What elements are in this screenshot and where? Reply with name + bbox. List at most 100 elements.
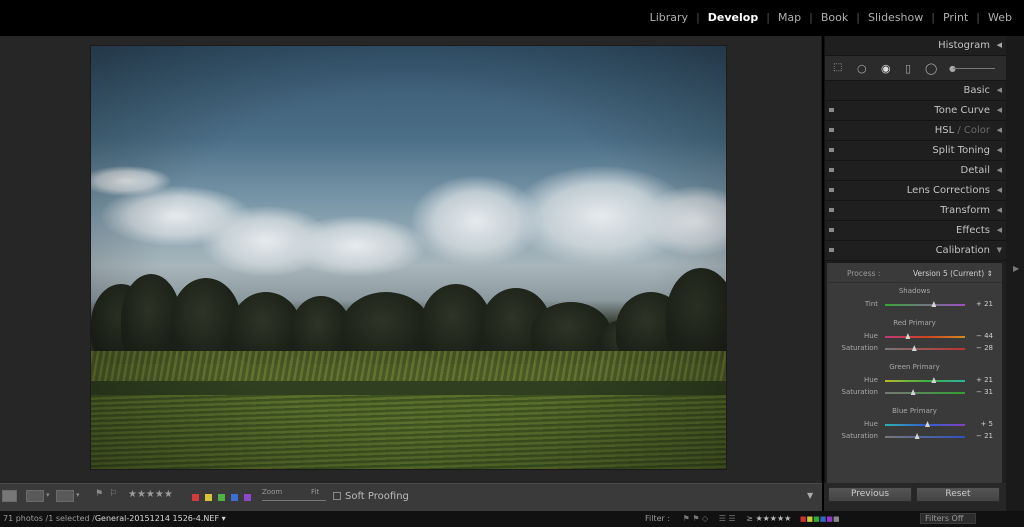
collapse-triangle-icon: ◀	[996, 41, 1002, 49]
panel-lens-corrections[interactable]: Lens Corrections ◀	[825, 181, 1006, 201]
before-after-split-icon[interactable]	[56, 490, 74, 502]
red-primary-group: Red Primary Hue − 44 Saturation − 28	[827, 319, 1002, 355]
collapse-triangle-icon: ◀	[996, 206, 1002, 214]
collapse-triangle-icon: ◀	[996, 126, 1002, 134]
collapse-triangle-icon: ◀	[996, 166, 1002, 174]
collapse-triangle-icon: ◀	[996, 106, 1002, 114]
module-library[interactable]: Library	[648, 11, 690, 24]
blue-hue-slider[interactable]	[885, 424, 965, 426]
flag-reject-icon[interactable]: ⚐	[109, 489, 117, 503]
panel-hsl-color[interactable]: HSL / Color ◀	[825, 121, 1006, 141]
tab-color[interactable]: Color	[964, 125, 990, 136]
color-label-red[interactable]	[192, 494, 199, 501]
collapse-triangle-icon: ◀	[996, 86, 1002, 94]
panel-switch-icon[interactable]	[829, 168, 834, 172]
filename-menu[interactable]: General-20151214 1526-4.NEF ▾	[95, 514, 226, 523]
process-version-select[interactable]: Version 5 (Current) ⇕	[913, 269, 993, 278]
previous-button[interactable]: Previous	[828, 487, 912, 502]
green-primary-group: Green Primary Hue + 21 Saturation − 31	[827, 363, 1002, 399]
module-picker-bar: Library | Develop | Map | Book | Slideshow | …	[0, 0, 1024, 36]
panel-switch-icon[interactable]	[829, 108, 834, 112]
panel-tone-curve[interactable]: Tone Curve ◀	[825, 101, 1006, 121]
module-map[interactable]: Map	[776, 11, 803, 24]
flag-filter-icons[interactable]: ⚑ ⚑ ◇	[683, 514, 709, 523]
develop-right-panel: Histogram◀ ⬚ ○ ◉ ▯ ◯ ● Basic◀ Tone Curve…	[824, 36, 1006, 483]
before-after-icon[interactable]	[26, 490, 44, 502]
green-hue-slider[interactable]	[885, 380, 965, 382]
tool-strip: ⬚ ○ ◉ ▯ ◯ ●	[825, 56, 1006, 81]
star-rating[interactable]: ★★★★★	[128, 489, 173, 503]
photo-preview[interactable]	[90, 45, 727, 470]
panel-switch-icon[interactable]	[829, 228, 834, 232]
blue-hue-row: Hue + 5	[863, 420, 993, 428]
color-filter-icons[interactable]: ■■■■■■	[800, 515, 840, 523]
expanded-triangle-icon: ▼	[996, 246, 1002, 254]
color-label-yellow[interactable]	[205, 494, 212, 501]
reset-button[interactable]: Reset	[916, 487, 1000, 502]
module-print[interactable]: Print	[941, 11, 970, 24]
graduated-filter-icon[interactable]: ▯	[905, 62, 911, 75]
module-book[interactable]: Book	[819, 11, 850, 24]
loupe-view-icon[interactable]	[2, 490, 17, 502]
panel-effects[interactable]: Effects ◀	[825, 221, 1006, 241]
rating-operator[interactable]: ≥	[746, 514, 753, 523]
panel-switch-icon[interactable]	[829, 248, 834, 252]
shadows-tint-row: Tint + 21	[864, 300, 993, 308]
soft-proofing-toggle[interactable]: Soft Proofing	[333, 491, 409, 502]
right-panel-edge[interactable]: ▶	[1006, 36, 1024, 511]
panel-basic[interactable]: Basic ◀	[825, 81, 1006, 101]
green-saturation-row: Saturation − 31	[841, 388, 994, 396]
collapse-triangle-icon: ◀	[996, 226, 1002, 234]
panel-split-toning[interactable]: Split Toning ◀	[825, 141, 1006, 161]
toolbar-menu-chevron-icon[interactable]: ▼	[807, 491, 813, 505]
color-label-green[interactable]	[218, 494, 225, 501]
module-web[interactable]: Web	[986, 11, 1014, 24]
filter-preset-select[interactable]: Filters Off	[920, 513, 976, 524]
calibration-panel-body: Process : Version 5 (Current) ⇕ Shadows …	[827, 262, 1002, 483]
red-eye-icon[interactable]: ◉	[881, 62, 891, 75]
module-slideshow[interactable]: Slideshow	[866, 11, 925, 24]
chevron-down-icon[interactable]: ▾	[76, 491, 80, 505]
flag-pick-icon[interactable]: ⚑	[95, 489, 103, 503]
spot-removal-icon[interactable]: ○	[857, 62, 867, 75]
panel-histogram[interactable]: Histogram ◀	[825, 36, 1006, 56]
edit-filter-icons[interactable]: ☰ ☰	[719, 514, 736, 523]
rating-filter[interactable]: ★★★★★	[755, 514, 791, 523]
panel-calibration[interactable]: Calibration ▼	[825, 241, 1006, 261]
panel-transform[interactable]: Transform ◀	[825, 201, 1006, 221]
blue-primary-group: Blue Primary Hue + 5 Saturation − 21	[827, 407, 1002, 443]
module-picker: Library | Develop | Map | Book | Slideshow | …	[648, 11, 1014, 24]
panel-switch-icon[interactable]	[829, 128, 834, 132]
green-saturation-slider[interactable]	[885, 392, 965, 394]
panel-switch-icon[interactable]	[829, 188, 834, 192]
loupe-view	[0, 36, 822, 483]
panel-detail[interactable]: Detail ◀	[825, 161, 1006, 181]
blue-saturation-slider[interactable]	[885, 436, 965, 438]
develop-buttons: Previous Reset	[824, 483, 1006, 511]
expand-arrow-icon[interactable]: ▶	[1013, 264, 1019, 273]
panel-switch-icon[interactable]	[829, 208, 834, 212]
color-label-purple[interactable]	[244, 494, 251, 501]
red-hue-row: Hue − 44	[863, 332, 993, 340]
red-saturation-slider[interactable]	[885, 348, 965, 350]
green-hue-row: Hue + 21	[863, 376, 993, 384]
radial-filter-icon[interactable]: ◯	[925, 62, 937, 75]
collapse-triangle-icon: ◀	[996, 186, 1002, 194]
blue-saturation-row: Saturation − 21	[841, 432, 994, 440]
panel-switch-icon[interactable]	[829, 148, 834, 152]
shadows-group: Shadows Tint + 21	[827, 287, 1002, 311]
shadows-tint-slider[interactable]	[885, 304, 965, 306]
crop-overlay-icon[interactable]: ⬚	[833, 62, 842, 73]
color-label-blue[interactable]	[231, 494, 238, 501]
tab-hsl[interactable]: HSL	[935, 125, 954, 136]
chevron-down-icon[interactable]: ▾	[46, 491, 50, 505]
red-hue-slider[interactable]	[885, 336, 965, 338]
collapse-triangle-icon: ◀	[996, 146, 1002, 154]
filter-label: Filter :	[645, 514, 671, 523]
zoom-slider[interactable]	[262, 500, 326, 501]
photo-count: 71 photos /1 selected /	[3, 514, 95, 523]
checkbox[interactable]	[333, 492, 341, 500]
brush-slider[interactable]	[953, 68, 995, 69]
module-develop[interactable]: Develop	[706, 11, 760, 24]
red-saturation-row: Saturation − 28	[841, 344, 994, 352]
